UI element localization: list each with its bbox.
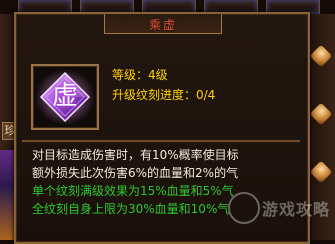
site-watermark: 游戏攻略: [228, 188, 334, 238]
watermark-text: 游戏攻略: [262, 200, 331, 219]
rune-upgrade-progress: 升级纹刻进度：0/4: [112, 88, 216, 102]
rune-glyph: 虚: [51, 81, 78, 111]
tooltip-title-bar: 乘虚: [104, 14, 222, 34]
tooltip-title: 乘虚: [148, 18, 177, 32]
gem-icon[interactable]: [309, 44, 333, 68]
bonus-line: 单个纹刻满级效果为15%血量和5%气: [32, 184, 234, 198]
gem-icon[interactable]: [309, 160, 333, 184]
bonus-line: 全纹刻自身上限为30%血量和10%气: [32, 202, 230, 216]
watermark-logo-icon: [228, 192, 260, 224]
divider: [22, 140, 300, 142]
rune-icon-frame: 虚: [31, 64, 99, 130]
description-line: 额外损失此次伤害6%的血量和2%的气: [32, 166, 239, 180]
description-line: 对目标造成伤害时，有10%概率使目标: [32, 148, 239, 162]
gem-icon[interactable]: [309, 102, 333, 126]
rune-level: 等级：4级: [112, 68, 168, 82]
